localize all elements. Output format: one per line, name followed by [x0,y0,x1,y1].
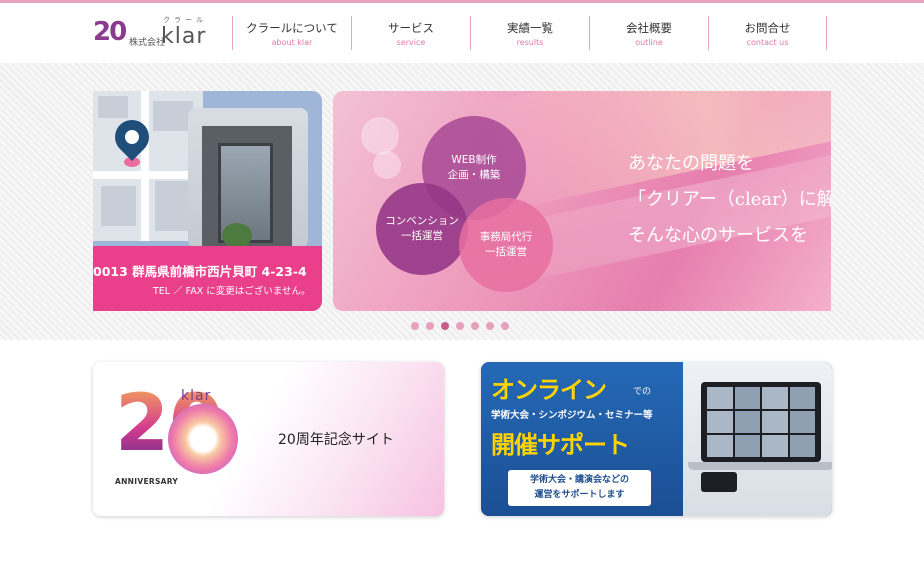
participant-tile [734,411,760,433]
slide-services[interactable]: WEB制作 企画・構築 コンベンション 一括運営 事務局代行 一括運営 あなたの問題を… [333,91,831,311]
plant [222,223,252,248]
map-block [101,186,136,226]
decor-bubble [361,117,399,155]
hero-slider: 0013 群馬県前橋市西片貝町 4-23-4 TEL ／ FAX に変更はござい… [0,63,924,340]
map-block [98,96,128,118]
banner-headline: オンライン [491,376,607,404]
nav-label: クラールについて [246,21,338,35]
circle-line: 事務局代行 [479,231,533,243]
circle-line: WEB制作 [451,154,497,166]
circle-line: 企画・構築 [447,169,501,181]
laptop-base [688,462,832,470]
participant-tile [734,435,760,457]
tagline-line: あなたの問題を [628,153,754,174]
banner-headline2: 開催サポート [491,431,630,459]
nav-sublabel: about klar [271,38,313,47]
anniversary-label: ANNIVERSARY [115,477,179,486]
slider-dot[interactable] [456,322,464,330]
video-call-grid [707,387,815,457]
circle-line: 一括運営 [485,246,527,258]
participant-tile [734,387,760,409]
banner-text-panel: オンライン での 学術大会・シンポジウム・セミナー等 開催サポート 学術大会・講… [481,362,683,516]
tagline-line: そんな心のサービスを [628,225,808,246]
banner-info-box: 学術大会・講演会などの 運営をサポートします [508,470,651,506]
slider-dot-active[interactable] [441,322,449,330]
banner-subline: 学術大会・シンポジウム・セミナー等 [491,410,653,421]
participant-tile [789,411,815,433]
circle-line: コンベンション [385,215,459,227]
slider-dot[interactable] [501,322,509,330]
slider-dot[interactable] [486,322,494,330]
office-photo [188,108,308,248]
nav-item-outline[interactable]: 会社概要 outline [589,16,708,50]
nav-label: サービス [388,21,434,35]
participant-tile [789,387,815,409]
participant-tile [707,387,733,409]
main-nav: クラールについて about klar サービス service 実績一覧 re… [232,16,827,52]
slide-address[interactable]: 0013 群馬県前橋市西片貝町 4-23-4 TEL ／ FAX に変更はござい… [93,91,322,311]
logo-name: klar [161,24,207,49]
banner-logo-text: klar [181,388,212,404]
decor-bubble [373,151,401,179]
nav-label: お問合せ [744,21,791,35]
slider-dot[interactable] [471,322,479,330]
service-circle-convention: コンベンション 一括運営 [376,183,468,275]
logo-20-mark: 20 [93,17,127,47]
slider-dot[interactable] [426,322,434,330]
nav-sublabel: results [516,38,544,47]
anniversary-banner[interactable]: 20 klar ANNIVERSARY 20周年記念サイト [93,362,444,516]
address-note: TEL ／ FAX に変更はございません。 [153,286,311,297]
tagline-line: 「クリアー（clear）に解 [628,189,831,210]
participant-tile [789,435,815,457]
phone-icon [701,472,737,492]
nav-sublabel: contact us [746,38,789,47]
box-line: 運営をサポートします [534,490,625,500]
participant-tile [707,411,733,433]
slider-pagination [411,322,509,330]
nav-label: 実績一覧 [507,21,553,35]
map-road [141,91,149,241]
address-text: 0013 群馬県前橋市西片貝町 4-23-4 [93,264,307,279]
laptop-icon [701,382,821,462]
participant-tile [707,435,733,457]
nav-sublabel: outline [635,38,663,47]
nav-item-service[interactable]: サービス service [351,16,470,50]
nav-sublabel: service [396,38,426,47]
laptop-photo [683,362,832,516]
circle-line: 一括運営 [401,230,443,242]
banner-suffix: での [633,387,652,397]
nav-item-about[interactable]: クラールについて about klar [232,16,351,50]
address-panel: 0013 群馬県前橋市西片貝町 4-23-4 TEL ／ FAX に変更はござい… [93,246,322,311]
slide-tagline: あなたの問題を 「クリアー（clear）に解 そんな心のサービスを [628,146,831,254]
site-header: 20 クラール 株式会社 klar クラールについて about klar サー… [0,3,924,63]
box-line: 学術大会・講演会などの [529,475,629,485]
nav-label: 会社概要 [626,21,672,35]
map-block [153,101,193,131]
service-circle-secretariat: 事務局代行 一括運営 [459,198,553,292]
online-support-banner[interactable]: オンライン での 学術大会・シンポジウム・セミナー等 開催サポート 学術大会・講… [481,362,832,516]
slider-dot[interactable] [411,322,419,330]
participant-tile [762,387,788,409]
participant-tile [762,411,788,433]
nav-item-results[interactable]: 実績一覧 results [470,16,589,50]
nav-item-contact[interactable]: お問合せ contact us [708,16,827,50]
anniversary-ring-graphic [168,404,238,474]
participant-tile [762,435,788,457]
map-image [93,91,203,241]
logo-corp: 株式会社 [129,38,166,48]
anniversary-title: 20周年記念サイト [278,432,394,448]
site-logo[interactable]: 20 クラール 株式会社 klar [93,15,218,51]
